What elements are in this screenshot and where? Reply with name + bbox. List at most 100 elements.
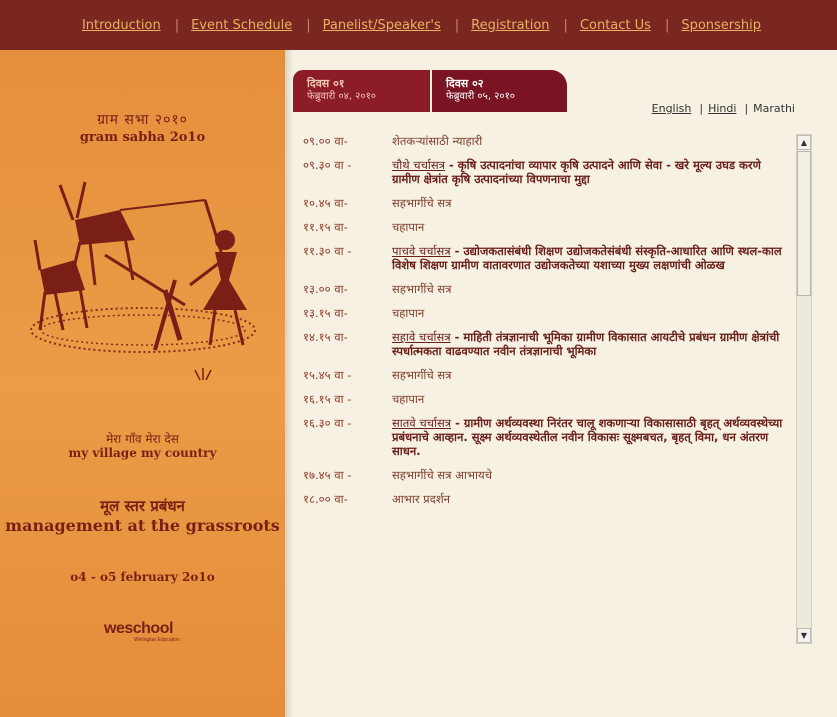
schedule-row: १७.४५ वा - सहभागींचे सत्र आभायचे xyxy=(303,468,793,482)
row-desc: सहभागींचे सत्र xyxy=(392,196,790,210)
schedule-row: ११.१५ वा- चहापान xyxy=(303,220,793,234)
nav-item-sponsership: | Sponsership xyxy=(651,18,761,33)
plant-icon xyxy=(194,369,201,381)
event-dates: o4 - o5 february 2o1o xyxy=(70,570,215,584)
farmer-torso xyxy=(215,252,237,280)
row-text: सहभागींचे सत्र xyxy=(392,196,452,210)
row-desc: सहभागींचे सत्र आभायचे xyxy=(392,468,790,482)
ox-leg xyxy=(123,237,135,281)
scroll-up-icon[interactable]: ▲ xyxy=(797,135,811,150)
english-theme: management at the grassroots xyxy=(5,516,280,535)
farmer-arm xyxy=(203,199,225,259)
nav-link-event-schedule[interactable]: Event Schedule xyxy=(191,18,292,33)
english-title: gram sabha 2o1o xyxy=(79,130,206,145)
lang-separator: | xyxy=(744,102,749,115)
row-text: चहापान xyxy=(392,220,425,234)
scroll-down-icon[interactable]: ▼ xyxy=(797,628,811,643)
schedule-scrollbar[interactable]: ▲ ▼ xyxy=(796,134,812,644)
tab-day-2[interactable]: दिवस ०२ फेब्रुवारी ०५, २०१० xyxy=(430,70,567,112)
session-link[interactable]: सहावे चर्चासत्र xyxy=(392,330,451,344)
nav-list: Introduction | Event Schedule | Panelist/S… xyxy=(82,18,761,33)
ox-leg xyxy=(88,241,97,286)
ox-leg xyxy=(53,291,65,331)
session-title: - उद्योजकतासंबंधी शिक्षण उद्योजकतेसंबंधी… xyxy=(392,244,782,272)
schedule-row: ०९.३० वा - चौथे चर्चासत्र - कृषि उत्पादन… xyxy=(303,158,793,186)
scroll-thumb[interactable] xyxy=(797,151,811,296)
nav-link-sponsership[interactable]: Sponsership xyxy=(681,18,761,33)
row-text: आभार प्रदर्शन xyxy=(392,492,451,506)
schedule-row: १३.१५ वा- चहापान xyxy=(303,306,793,320)
nav-item-introduction: Introduction xyxy=(82,18,161,33)
row-text: शेतकऱ्यांसाठी न्याहारी xyxy=(392,134,483,148)
row-time: १८.०० वा- xyxy=(303,492,348,506)
tab-date: फेब्रुवारी ०४, २०१० xyxy=(307,91,376,102)
marathi-slogan: मेरा गाँव मेरा देस xyxy=(106,432,179,446)
row-time: १३.०० वा- xyxy=(303,282,348,296)
row-time: ०९.३० वा - xyxy=(303,158,352,172)
ox-horn xyxy=(75,181,87,219)
row-time: १५.४५ वा - xyxy=(303,368,352,382)
session-link[interactable]: सातवे चर्चासत्र xyxy=(392,416,451,430)
lang-hindi-link[interactable]: Hindi xyxy=(708,102,736,115)
row-desc: चहापान xyxy=(392,306,790,320)
nav-link-registration[interactable]: Registration xyxy=(471,18,549,33)
row-time: १७.४५ वा - xyxy=(303,468,352,482)
row-desc: सातवे चर्चासत्र - ग्रामीण अर्थव्यवस्था न… xyxy=(392,416,790,458)
row-desc: पाचवे चर्चासत्र - उद्योजकतासंबंधी शिक्षण… xyxy=(392,244,790,272)
session-link[interactable]: चौथे चर्चासत्र xyxy=(392,158,445,172)
nav-separator: | xyxy=(664,17,670,33)
ox-horn xyxy=(58,184,75,221)
farmer-dhoti xyxy=(203,280,247,310)
nav-separator: | xyxy=(174,17,180,33)
nav-item-registration: | Registration xyxy=(441,18,550,33)
nav-link-introduction[interactable]: Introduction xyxy=(82,18,161,33)
row-desc: सहभागींचे सत्र xyxy=(392,282,790,296)
row-text: चहापान xyxy=(392,392,425,406)
session-link[interactable]: पाचवे चर्चासत्र xyxy=(392,244,451,258)
weschool-logo: weschool Welingkar Education xyxy=(104,620,194,643)
nav-separator: | xyxy=(454,17,460,33)
marathi-theme: मूल स्तर प्रबंधन xyxy=(100,497,185,515)
lang-marathi-current: Marathi xyxy=(753,102,795,115)
ox-leg xyxy=(38,291,47,331)
logo-subtext: Welingkar Education xyxy=(134,637,180,643)
row-desc: चहापान xyxy=(392,220,790,234)
tab-day-1[interactable]: दिवस ०१ फेब्रुवारी ०४, २०१० xyxy=(293,70,430,112)
row-time: १०.४५ वा- xyxy=(303,196,348,210)
language-switcher: English | Hindi | Marathi xyxy=(652,102,795,115)
session-title: - माहिती तंत्रज्ञानाची भूमिका ग्रामीण वि… xyxy=(392,330,780,358)
schedule-row: ११.३० वा - पाचवे चर्चासत्र - उद्योजकतासं… xyxy=(303,244,793,272)
farmer-arm xyxy=(189,258,224,287)
logo-text: weschool xyxy=(104,620,173,637)
schedule-row: १०.४५ वा- सहभागींचे सत्र xyxy=(303,196,793,210)
schedule-list: ०९.०० वा- शेतकऱ्यांसाठी न्याहारी ०९.३० व… xyxy=(303,134,793,516)
ox-leg xyxy=(78,287,89,329)
row-time: ११.३० वा - xyxy=(303,244,352,258)
lang-english-link[interactable]: English xyxy=(652,102,692,115)
schedule-row: १४.१५ वा- सहावे चर्चासत्र - माहिती तंत्र… xyxy=(303,330,793,358)
row-time: १६.३० वा - xyxy=(303,416,352,430)
day-tabs: दिवस ०१ फेब्रुवारी ०४, २०१० दिवस ०२ फेब्… xyxy=(293,70,567,112)
schedule-row: ०९.०० वा- शेतकऱ्यांसाठी न्याहारी xyxy=(303,134,793,148)
tab-title: दिवस ०१ xyxy=(307,77,345,90)
row-desc: शेतकऱ्यांसाठी न्याहारी xyxy=(392,134,790,148)
nav-link-contact[interactable]: Contact Us xyxy=(580,18,651,33)
nav-item-contact: | Contact Us xyxy=(550,18,651,33)
top-nav: Introduction | Event Schedule | Panelist/S… xyxy=(0,0,837,50)
nav-link-panelist[interactable]: Panelist/Speaker's xyxy=(323,18,441,33)
english-slogan: my village my country xyxy=(68,446,217,460)
ground-ellipse xyxy=(30,307,256,353)
row-desc: चौथे चर्चासत्र - कृषि उत्पादनांचा व्यापा… xyxy=(392,158,790,186)
whip xyxy=(119,199,206,211)
row-desc: चहापान xyxy=(392,392,790,406)
schedule-row: १६.३० वा - सातवे चर्चासत्र - ग्रामीण अर्… xyxy=(303,416,793,458)
row-desc: सहावे चर्चासत्र - माहिती तंत्रज्ञानाची भ… xyxy=(392,330,790,358)
row-text: सहभागींचे सत्र xyxy=(392,282,452,296)
farmer-leg xyxy=(233,309,245,346)
lang-separator: | xyxy=(699,102,704,115)
session-title: - कृषि उत्पादनांचा व्यापार कृषि उत्पादने… xyxy=(392,158,761,186)
tab-title: दिवस ०२ xyxy=(446,77,484,90)
row-text: चहापान xyxy=(392,306,425,320)
schedule-row: १६.१५ वा - चहापान xyxy=(303,392,793,406)
schedule-row: १३.०० वा- सहभागींचे सत्र xyxy=(303,282,793,296)
